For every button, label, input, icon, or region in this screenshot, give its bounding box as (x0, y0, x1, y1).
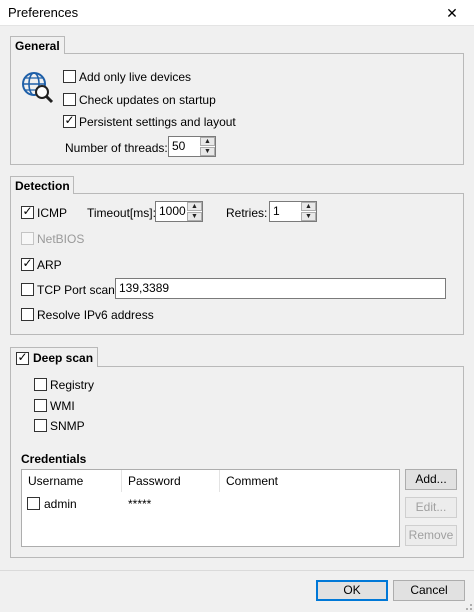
resolve-ipv6-checkbox[interactable] (21, 308, 34, 321)
spin-up-icon[interactable]: ▲ (200, 137, 215, 146)
spin-down-icon[interactable]: ▼ (200, 147, 215, 156)
checkmark-icon: ✓ (17, 350, 28, 364)
column-header-comment[interactable]: Comment (220, 470, 370, 492)
checkmark-icon: ✓ (64, 113, 75, 127)
title-bar[interactable]: Preferences ✕ (0, 0, 474, 26)
column-header-username[interactable]: Username (22, 470, 122, 492)
icmp-checkbox[interactable]: ✓ (21, 204, 34, 219)
row-checkbox[interactable] (27, 497, 40, 510)
tcp-port-scan-label: TCP Port scan (37, 283, 115, 297)
add-only-live-devices-label: Add only live devices (79, 70, 192, 84)
preferences-dialog: Preferences ✕ General Add only live devi… (0, 0, 474, 612)
persistent-settings-checkbox[interactable]: ✓ (63, 113, 76, 128)
general-tab-label: General (15, 39, 60, 53)
row-password: ***** (128, 497, 152, 511)
credentials-label: Credentials (21, 452, 87, 466)
globe-search-icon (22, 72, 54, 104)
spin-up-icon[interactable]: ▲ (301, 202, 316, 211)
add-only-live-devices-checkbox[interactable] (63, 70, 76, 83)
tcp-ports-input[interactable]: 139,3389 (115, 278, 446, 299)
detection-tab-label: Detection (15, 179, 70, 193)
netbios-checkbox (21, 232, 34, 245)
close-icon[interactable]: ✕ (430, 0, 474, 26)
persistent-settings-label: Persistent settings and layout (79, 115, 236, 129)
spin-up-icon[interactable]: ▲ (187, 202, 202, 211)
icmp-label: ICMP (37, 206, 67, 220)
checkmark-icon: ✓ (22, 256, 33, 270)
timeout-spinner[interactable]: ▲ ▼ (187, 202, 202, 221)
deep-scan-tab[interactable]: ✓ Deep scan (10, 347, 98, 367)
timeout-label: Timeout[ms]: (87, 206, 156, 220)
table-row[interactable]: admin ***** (22, 492, 399, 512)
tcp-port-scan-checkbox[interactable] (21, 283, 34, 296)
snmp-checkbox[interactable] (34, 419, 47, 432)
arp-label: ARP (37, 258, 62, 272)
registry-label: Registry (50, 378, 95, 392)
window-title: Preferences (8, 5, 79, 20)
row-username: admin (44, 497, 77, 511)
check-updates-label: Check updates on startup (79, 93, 216, 107)
resolve-ipv6-label: Resolve IPv6 address (37, 308, 154, 322)
wmi-checkbox[interactable] (34, 399, 47, 412)
resize-grip-icon[interactable] (462, 600, 473, 611)
cancel-button[interactable]: Cancel (393, 580, 465, 601)
deep-scan-checkbox[interactable]: ✓ (16, 350, 29, 365)
netbios-label: NetBIOS (37, 232, 85, 246)
registry-checkbox[interactable] (34, 378, 47, 391)
threads-label: Number of threads: (65, 141, 168, 155)
retries-spinner[interactable]: ▲ ▼ (301, 202, 316, 221)
snmp-label: SNMP (50, 419, 85, 433)
spin-down-icon[interactable]: ▼ (187, 212, 202, 221)
spin-down-icon[interactable]: ▼ (301, 212, 316, 221)
column-header-password[interactable]: Password (122, 470, 220, 492)
add-credential-button[interactable]: Add... (405, 469, 457, 490)
retries-label: Retries: (226, 206, 268, 220)
arp-checkbox[interactable]: ✓ (21, 256, 34, 271)
ok-button[interactable]: OK (316, 580, 388, 601)
checkmark-icon: ✓ (22, 204, 33, 218)
remove-credential-button: Remove (405, 525, 457, 546)
credentials-table[interactable]: Username Password Comment admin ***** (21, 469, 400, 547)
wmi-label: WMI (50, 399, 75, 413)
threads-spinner[interactable]: ▲ ▼ (200, 137, 215, 156)
check-updates-checkbox[interactable] (63, 93, 76, 106)
deep-scan-label: Deep scan (33, 351, 94, 365)
edit-credential-button: Edit... (405, 497, 457, 518)
